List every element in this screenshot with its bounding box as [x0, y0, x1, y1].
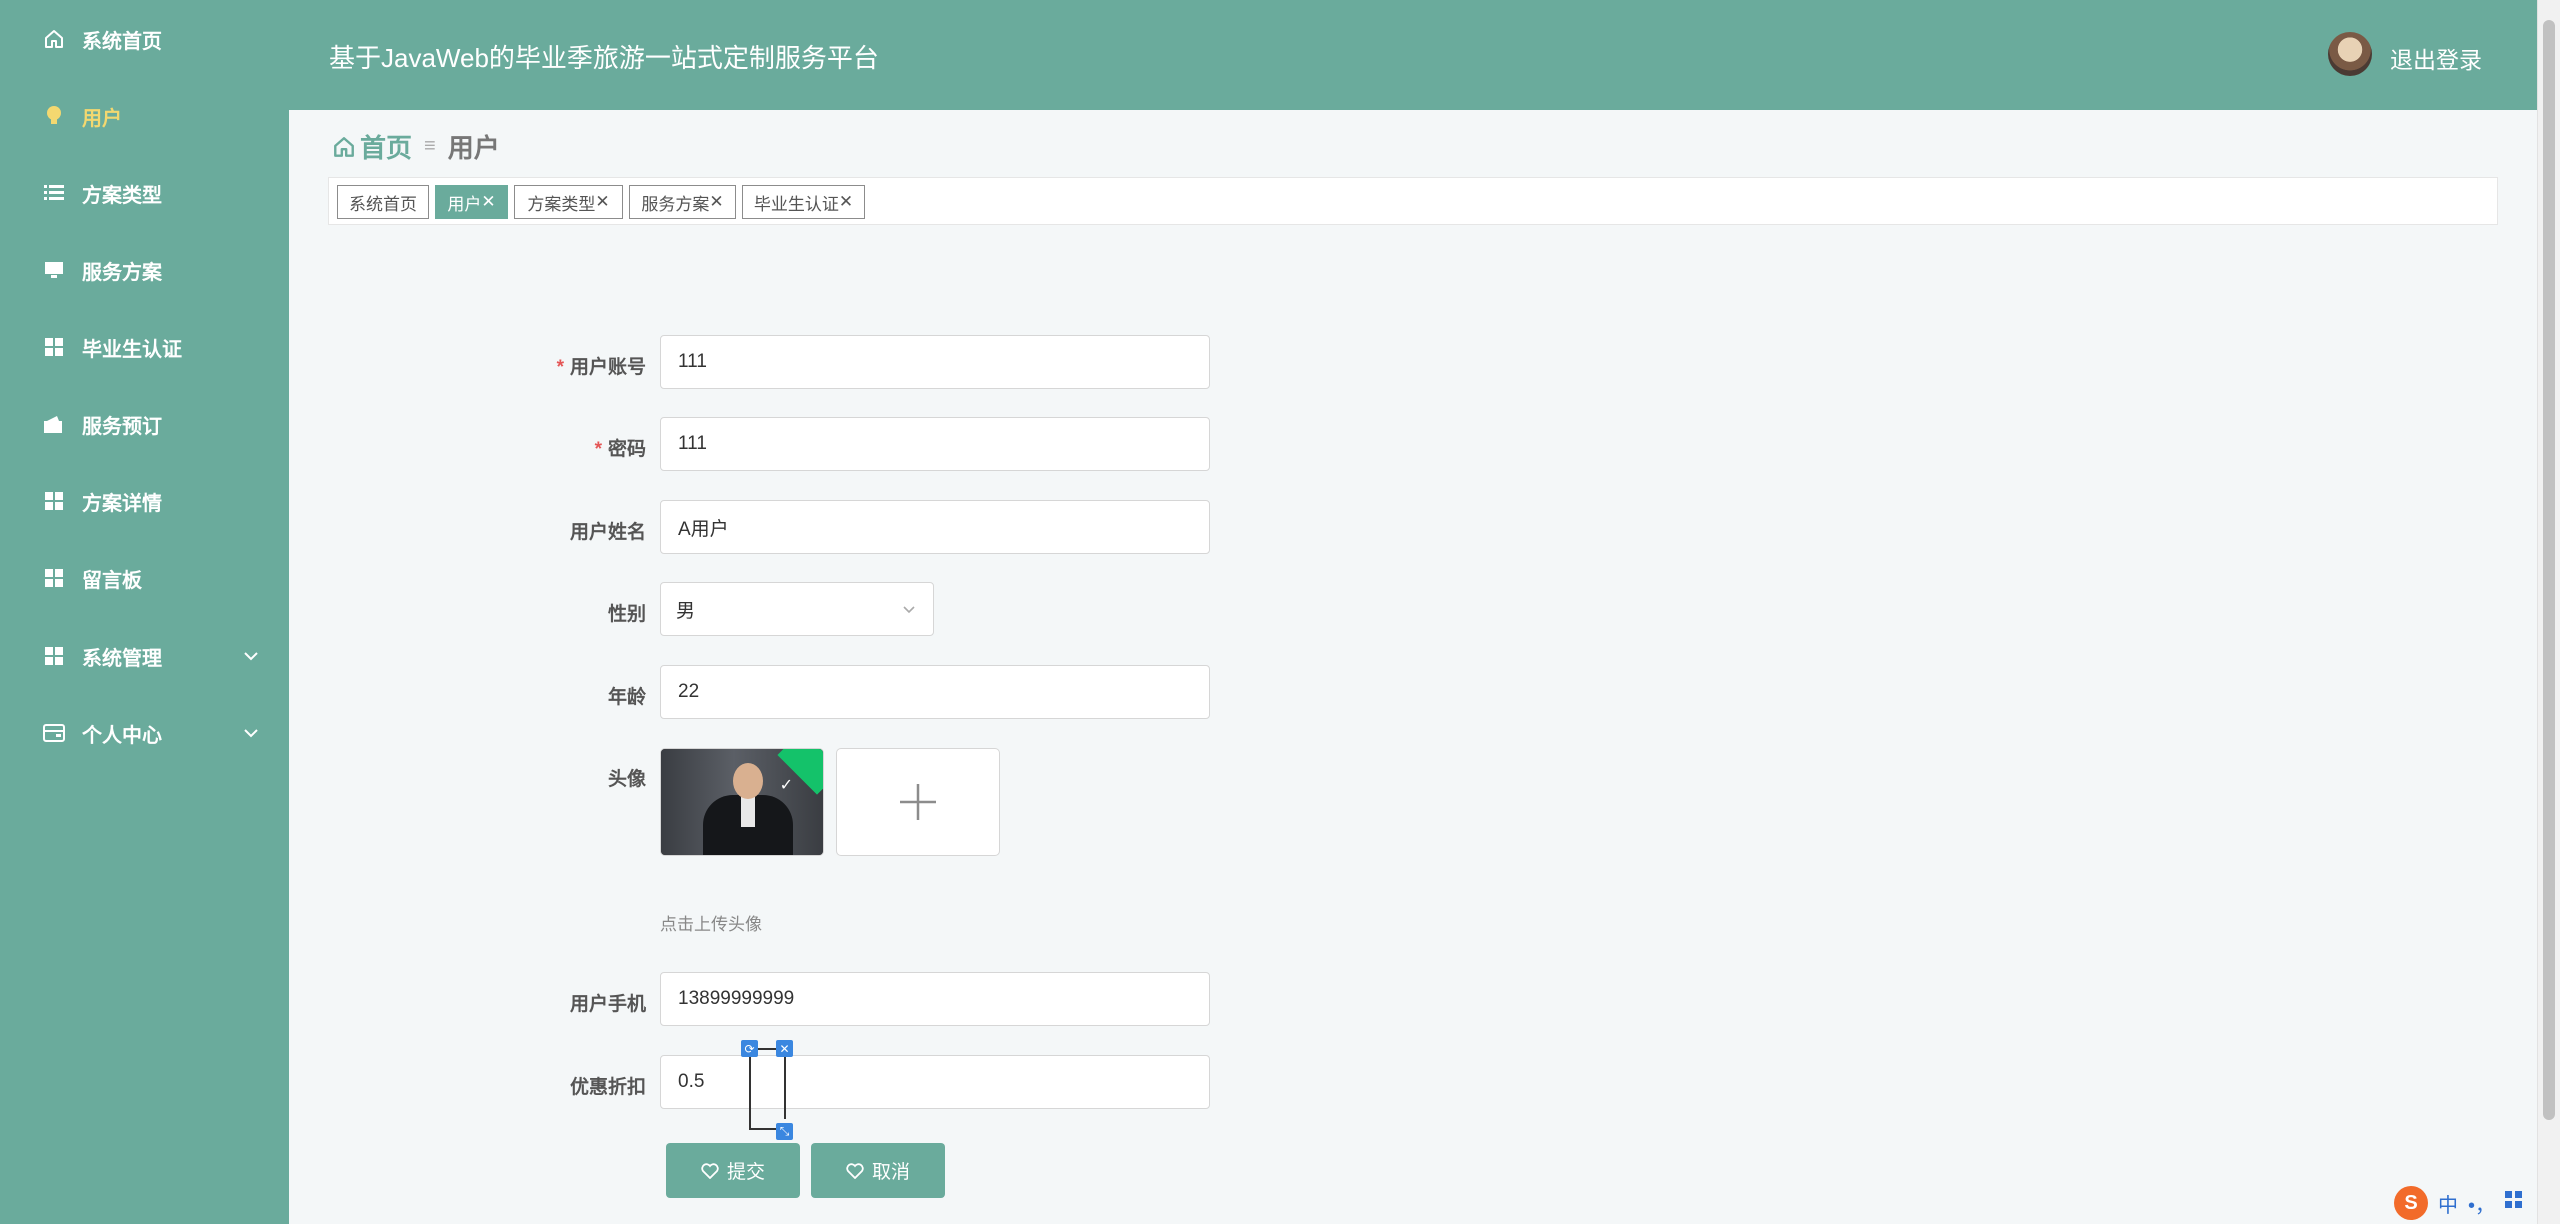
sidebar: 系统首页 用户 方案类型 服务方案 毕业生认证 服务预订 方案详情 留言板 系统…	[0, 0, 289, 1224]
chevron-down-icon	[900, 600, 918, 624]
avatar[interactable]	[2328, 32, 2372, 76]
close-icon[interactable]: ✕	[481, 192, 495, 212]
tag-graduate-auth[interactable]: 毕业生认证 ✕	[742, 185, 865, 219]
heart-icon	[701, 1162, 719, 1179]
grid-icon	[42, 644, 66, 668]
breadcrumb-separator: ≡	[424, 135, 436, 157]
age-input[interactable]	[660, 665, 1210, 719]
wallet-icon	[42, 412, 66, 436]
breadcrumb: 首页 ≡ 用户	[332, 128, 500, 165]
lightbulb-icon	[42, 104, 66, 128]
tag-label: 毕业生认证	[753, 194, 839, 214]
gender-selected-value: 男	[676, 600, 696, 622]
tag-plan-type[interactable]: 方案类型 ✕	[514, 185, 623, 219]
heart-icon	[846, 1162, 864, 1179]
breadcrumb-current: 用户	[447, 133, 500, 163]
tag-label: 系统首页	[349, 194, 417, 214]
app-title: 基于JavaWeb的毕业季旅游一站式定制服务平台	[329, 43, 879, 73]
monitor-icon	[42, 258, 66, 282]
gender-select[interactable]: 男	[660, 582, 934, 636]
sidebar-item-plan-detail[interactable]: 方案详情	[0, 471, 289, 531]
cancel-label: 取消	[871, 1162, 910, 1183]
sidebar-item-service-plan[interactable]: 服务方案	[0, 240, 289, 300]
sidebar-item-label: 留言板	[82, 569, 142, 592]
close-icon[interactable]: ✕	[595, 192, 609, 212]
required-mark: *	[556, 357, 564, 378]
close-icon[interactable]: ✕	[839, 192, 853, 212]
sidebar-item-label: 毕业生认证	[82, 338, 182, 361]
account-label: * 用户账号	[556, 357, 646, 378]
age-label: 年龄	[607, 687, 646, 708]
tag-label: 用户	[447, 194, 482, 214]
plus-icon	[900, 784, 936, 820]
required-mark: *	[594, 439, 602, 460]
ime-punct[interactable]: •，	[2468, 1189, 2495, 1218]
sidebar-item-home[interactable]: 系统首页	[0, 9, 289, 69]
sidebar-item-graduate-auth[interactable]: 毕业生认证	[0, 317, 289, 377]
tag-user[interactable]: 用户 ✕	[435, 185, 508, 219]
logout-button[interactable]: 退出登录	[2390, 41, 2482, 75]
avatar-photo-thumbnail[interactable]: ✓	[660, 748, 824, 856]
page-scrollbar[interactable]	[2537, 0, 2560, 1224]
avatar-upload-hint: 点击上传头像	[660, 915, 762, 934]
close-icon[interactable]: ✕	[776, 1040, 793, 1057]
breadcrumb-home[interactable]: 首页	[332, 128, 412, 165]
grid-icon	[42, 566, 66, 590]
avatar-label: 头像	[607, 769, 646, 790]
chevron-down-icon	[243, 721, 259, 744]
password-label: * 密码	[594, 439, 646, 460]
account-input[interactable]	[660, 335, 1210, 389]
check-icon: ✓	[779, 777, 793, 794]
discount-input[interactable]	[660, 1055, 1210, 1109]
submit-label: 提交	[726, 1162, 765, 1183]
home-icon	[334, 136, 354, 157]
chevron-down-icon	[243, 644, 259, 667]
sidebar-item-plan-type[interactable]: 方案类型	[0, 163, 289, 223]
sidebar-item-label: 服务预订	[82, 415, 162, 438]
sidebar-item-label: 方案详情	[82, 492, 162, 515]
rotate-handle-icon[interactable]: ⟳	[741, 1040, 758, 1057]
submit-button[interactable]: 提交	[666, 1143, 800, 1198]
sidebar-item-user[interactable]: 用户	[0, 86, 289, 146]
ime-logo-icon: S	[2394, 1186, 2428, 1220]
sidebar-item-label: 个人中心	[82, 724, 162, 747]
close-icon[interactable]: ✕	[709, 192, 723, 212]
ime-mode[interactable]: 中	[2438, 1189, 2458, 1218]
gender-label: 性别	[607, 604, 646, 625]
sidebar-item-label: 服务方案	[82, 261, 162, 284]
phone-input[interactable]	[660, 972, 1210, 1026]
grid-icon	[42, 335, 66, 359]
phone-label: 用户手机	[569, 994, 646, 1015]
scrollbar-thumb[interactable]	[2543, 20, 2555, 1120]
ime-toolbar[interactable]: S 中 •，	[2394, 1186, 2523, 1220]
tag-service-plan[interactable]: 服务方案 ✕	[629, 185, 736, 219]
sidebar-item-label: 用户	[82, 107, 122, 130]
resize-handle-icon[interactable]: ⤡	[776, 1123, 793, 1140]
discount-label: 优惠折扣	[569, 1077, 646, 1098]
name-label: 用户姓名	[569, 522, 646, 543]
sidebar-item-booking[interactable]: 服务预订	[0, 394, 289, 454]
sidebar-item-system-manage[interactable]: 系统管理	[0, 626, 289, 686]
name-input[interactable]	[660, 500, 1210, 554]
tag-label: 方案类型	[527, 194, 596, 214]
list-icon	[42, 181, 66, 205]
tag-label: 服务方案	[641, 194, 710, 214]
sidebar-item-personal-center[interactable]: 个人中心	[0, 703, 289, 763]
tags-view-bar: 系统首页 用户 ✕ 方案类型 ✕ 服务方案 ✕ 毕业生认证 ✕	[328, 177, 2498, 225]
avatar-upload-button[interactable]	[836, 748, 1000, 856]
cancel-button[interactable]: 取消	[811, 1143, 945, 1198]
sidebar-item-label: 系统首页	[82, 30, 162, 53]
home-icon	[42, 27, 66, 51]
password-input[interactable]	[660, 417, 1210, 471]
sidebar-item-label: 系统管理	[82, 647, 162, 670]
card-icon	[42, 721, 66, 745]
top-header: 基于JavaWeb的毕业季旅游一站式定制服务平台 退出登录	[289, 0, 2537, 110]
sidebar-item-label: 方案类型	[82, 184, 162, 207]
grid-icon	[42, 489, 66, 513]
breadcrumb-home-label: 首页	[360, 133, 413, 163]
sidebar-item-message-board[interactable]: 留言板	[0, 548, 289, 608]
tag-system-home[interactable]: 系统首页	[337, 185, 429, 219]
ime-grid-icon[interactable]	[2505, 1191, 2523, 1215]
